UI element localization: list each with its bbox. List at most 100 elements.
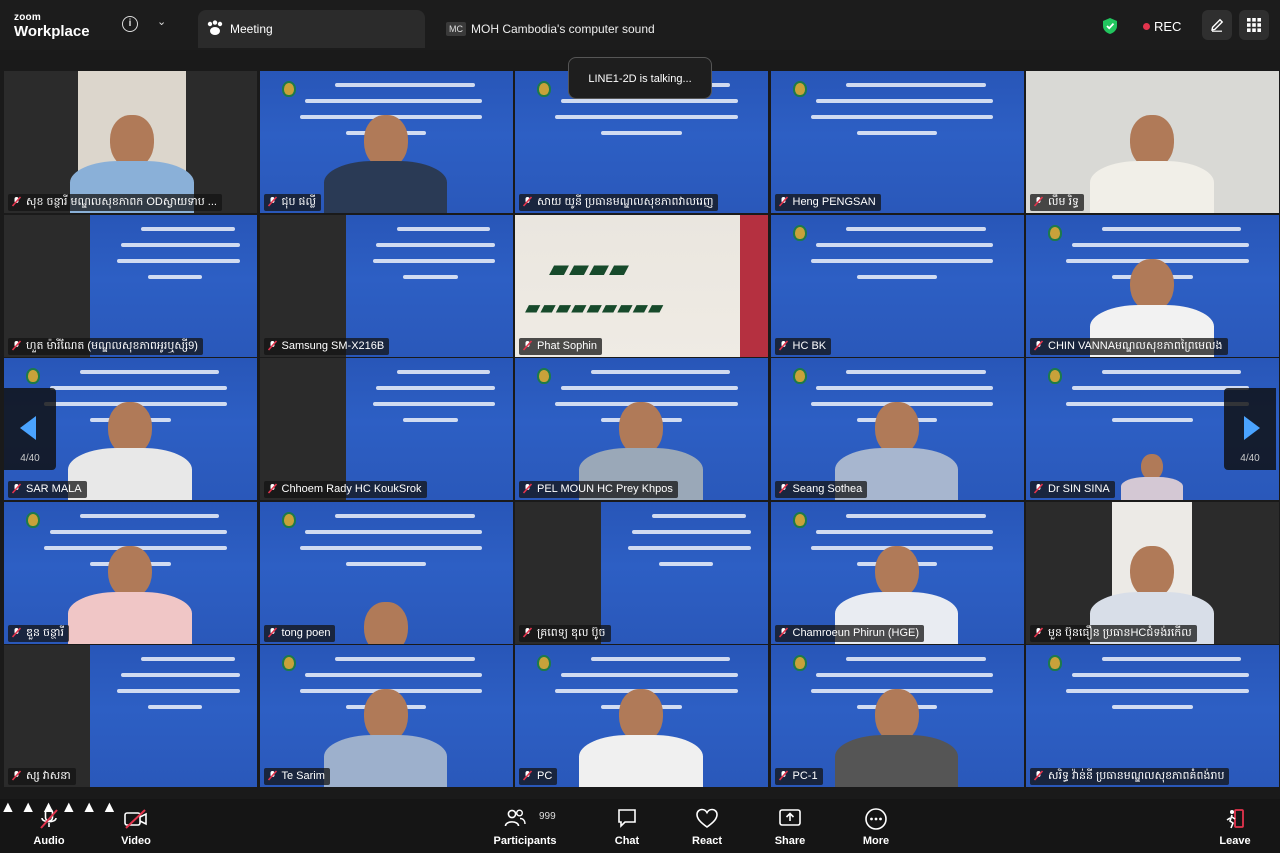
shared-slide-background: [90, 645, 257, 787]
ministry-emblem-icon: [1048, 368, 1062, 384]
participant-tile[interactable]: PEL MOUN HC Prey Khpos: [515, 358, 768, 500]
microphone-muted-icon: [11, 770, 22, 781]
participant-name: tong poen: [281, 626, 331, 639]
participant-name-label: សរិទ្ធ វ៉ាន់នី ប្រធានមណ្ឌលសុខភាពគំពង់រាប: [1030, 768, 1230, 785]
ministry-emblem-icon: [1048, 655, 1062, 671]
microphone-muted-icon: [40, 808, 58, 829]
participant-tile[interactable]: Samsung SM-X216B: [259, 214, 513, 357]
participant-tile[interactable]: tong poen: [259, 501, 513, 644]
participant-name-label: លឹម រិទ្ធ: [1030, 194, 1084, 211]
participant-name: CHIN VANNAមណ្ឌលសុខភាពព្រៃមេលង: [1048, 339, 1223, 352]
video-button[interactable]: Video: [112, 799, 160, 853]
participant-name: PC: [537, 770, 553, 782]
video-label: Video: [121, 835, 151, 847]
shield-icon[interactable]: [1102, 17, 1118, 35]
participant-name: សុខ ចន្ថារី មណ្ឌលសុខភាពក ODស្វាយទាប ...: [26, 196, 217, 208]
participant-name-label: ហួត ម៉ារីណែត (មណ្ឌលសុខភាពអូរឬស្សី9): [8, 337, 203, 355]
microphone-muted-icon: [267, 196, 278, 207]
share-label: Share: [774, 835, 806, 847]
microphone-muted-icon: [11, 196, 22, 207]
participant-tile[interactable]: ស្ស វាសនា: [4, 645, 257, 787]
participants-button[interactable]: 999 Participants: [490, 799, 560, 853]
info-icon[interactable]: i: [122, 16, 138, 32]
participant-tile[interactable]: HC BK: [770, 214, 1024, 357]
participant-name-label: ជុប ផល្លី: [263, 194, 321, 211]
participant-name-label: Heng PENGSAN: [774, 194, 881, 211]
microphone-muted-icon: [1033, 483, 1044, 494]
participant-name: មួន ប៊ុនធឿន ប្រធានHCជំទង់រកើល: [1048, 626, 1192, 639]
ministry-emblem-icon: [537, 81, 551, 97]
participant-tile[interactable]: សុខ ចន្ថារី មណ្ឌលសុខភាពក ODស្វាយទាប ...: [4, 71, 257, 213]
brand-large: Workplace: [14, 23, 90, 40]
participant-name: ឌួន ចន្ថារី: [26, 626, 64, 639]
heart-icon: [696, 808, 718, 828]
annotate-button[interactable]: [1202, 10, 1232, 40]
react-button[interactable]: React: [686, 799, 728, 853]
chat-button[interactable]: Chat: [607, 799, 647, 853]
participant-tile[interactable]: Heng PENGSAN: [770, 71, 1024, 213]
participant-tile[interactable]: CHIN VANNAមណ្ឌលសុខភាពព្រៃមេលង: [1026, 214, 1279, 357]
participant-name-label: Phat Sophin: [519, 337, 602, 355]
more-button[interactable]: More: [855, 799, 897, 853]
participant-name-label: Samsung SM-X216B: [263, 337, 390, 355]
shared-slide-background: [601, 501, 768, 644]
shared-slide-background: [770, 214, 1024, 357]
microphone-muted-icon: [522, 626, 533, 638]
sound-tab-badge: MC: [446, 21, 466, 36]
microphone-muted-icon: [1033, 770, 1044, 781]
participant-tile[interactable]: គ្រពេទ្យ ឌុល ប៊ូច: [515, 501, 768, 644]
more-label: More: [862, 835, 890, 847]
participant-tile[interactable]: ▰▰▰▰ ▰▰▰▰▰▰▰▰▰ Phat Sophin: [515, 214, 768, 357]
tab-computer-sound[interactable]: MC MOH Cambodia's computer sound: [446, 20, 655, 38]
shared-slide-background: [345, 358, 513, 500]
previous-page-button[interactable]: 4/40: [4, 388, 56, 470]
talking-indicator: LINE1-2D is talking...: [568, 57, 712, 99]
participant-tile[interactable]: PC: [515, 645, 768, 787]
video-grid: សុខ ចន្ថារី មណ្ឌលសុខភាពក ODស្វាយទាប ... ជ…: [4, 71, 1279, 787]
ministry-emblem-icon: [26, 511, 40, 528]
microphone-muted-icon: [778, 770, 789, 781]
ministry-emblem-icon: [792, 511, 807, 528]
participant-name-label: សុខ ចន្ថារី មណ្ឌលសុខភាពក ODស្វាយទាប ...: [8, 194, 222, 211]
top-bar: zoom Workplace i ⌄ Meeting MC MOH Cambodi…: [0, 0, 1280, 50]
apps-grid-button[interactable]: [1239, 10, 1269, 40]
share-button[interactable]: Share: [769, 799, 811, 853]
leave-icon: [1226, 809, 1244, 829]
audio-button[interactable]: Audio: [26, 799, 72, 853]
chevron-down-icon[interactable]: ⌄: [157, 15, 166, 28]
next-page-button[interactable]: 4/40: [1224, 388, 1276, 470]
participant-tile[interactable]: Seang Sothea: [770, 358, 1024, 500]
microphone-muted-icon: [522, 770, 533, 781]
participant-tile[interactable]: Te Sarim: [259, 645, 513, 787]
participant-tile[interactable]: មួន ប៊ុនធឿន ប្រធានHCជំទង់រកើល: [1026, 501, 1279, 644]
participant-name: Seang Sothea: [792, 483, 863, 495]
participant-tile[interactable]: PC-1: [770, 645, 1024, 787]
shared-slide-background: [90, 214, 257, 357]
recording-indicator[interactable]: REC: [1143, 19, 1181, 34]
participant-tile[interactable]: លឹម រិទ្ធ: [1026, 71, 1279, 213]
participant-name-label: SAR MALA: [8, 481, 87, 498]
leave-button[interactable]: Leave: [1214, 799, 1256, 853]
tab-meeting[interactable]: Meeting: [198, 10, 425, 48]
participant-tile[interactable]: Chamroeun Phirun (HGE): [770, 501, 1024, 644]
react-options-chevron-icon[interactable]: ▲: [81, 799, 97, 816]
participant-tile[interactable]: Chhoem Rady HC KoukSrok: [259, 358, 513, 500]
microphone-muted-icon: [1033, 626, 1044, 638]
participant-tile[interactable]: ជុប ផល្លី: [259, 71, 513, 213]
ministry-emblem-icon: [1048, 224, 1062, 241]
microphone-muted-icon: [778, 626, 789, 638]
chat-label: Chat: [614, 835, 640, 847]
sound-tab-label: MOH Cambodia's computer sound: [471, 21, 655, 36]
microphone-muted-icon: [522, 483, 533, 494]
participant-name: ស្ស វាសនា: [26, 770, 71, 782]
react-label: React: [692, 835, 722, 847]
participant-tile[interactable]: ហួត ម៉ារីណែត (មណ្ឌលសុខភាពអូរឬស្សី9): [4, 214, 257, 357]
audio-options-chevron-icon[interactable]: ▲: [0, 799, 16, 816]
shared-slide-background: [770, 71, 1024, 213]
participant-name: គ្រពេទ្យ ឌុល ប៊ូច: [537, 626, 606, 639]
participant-tile[interactable]: សរិទ្ធ វ៉ាន់នី ប្រធានមណ្ឌលសុខភាពគំពង់រាប: [1026, 645, 1279, 787]
participant-tile[interactable]: ឌួន ចន្ថារី: [4, 501, 257, 644]
arrow-right-icon: [1244, 416, 1260, 440]
participant-name: Samsung SM-X216B: [281, 339, 385, 352]
brand-small: zoom: [14, 12, 41, 23]
